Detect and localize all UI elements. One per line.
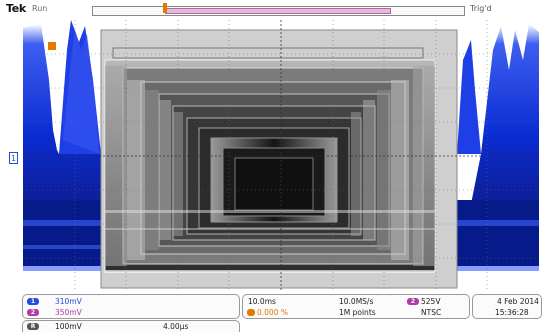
delay-icon — [247, 309, 255, 316]
brand-logo: Tek — [6, 2, 26, 15]
trigger-level[interactable]: 525V — [421, 297, 440, 306]
trigger-position-marker[interactable] — [163, 3, 167, 13]
horizontal-delay[interactable]: 0.000 % — [257, 308, 288, 317]
top-status-bar: Tek Run Trig'd — [0, 0, 545, 20]
trigger-mode[interactable]: NTSC — [421, 308, 441, 317]
horizontal-scale[interactable]: 10.0ms — [248, 297, 276, 306]
datetime-box[interactable]: 4 Feb 2014 15:36:28 — [472, 294, 542, 319]
trigger-level-marker[interactable] — [48, 42, 56, 50]
date-readout: 4 Feb 2014 — [497, 297, 539, 306]
channel-readout-box[interactable]: 1 310mV 2 350mV — [22, 294, 240, 319]
math-readout-box[interactable]: R 100mV 4.00µs — [22, 320, 240, 332]
reference-scale[interactable]: 100mV — [55, 322, 82, 331]
channel-2-scale[interactable]: 350mV — [55, 308, 82, 317]
nested-display-frames — [100, 29, 458, 289]
trigger-source-badge[interactable]: 2 — [407, 298, 419, 305]
record-length[interactable]: 1M points — [339, 308, 376, 317]
bottom-readout-bar: 1 310mV 2 350mV 10.0ms 0.000 % 10.0MS/s … — [0, 292, 545, 332]
channel-1-left-trace — [23, 20, 101, 290]
waveform-display[interactable] — [23, 20, 539, 292]
acquisition-run-state[interactable]: Run — [32, 4, 47, 13]
channel-1-ground-marker[interactable]: 1 — [9, 152, 18, 164]
timebase-trigger-box[interactable]: 10.0ms 0.000 % 10.0MS/s 1M points 2 525V… — [242, 294, 470, 319]
channel-1-scale[interactable]: 310mV — [55, 297, 82, 306]
trigger-status: Trig'd — [470, 4, 492, 13]
record-view-window[interactable] — [165, 8, 391, 14]
reference-badge[interactable]: R — [27, 323, 39, 330]
time-readout: 15:36:28 — [495, 308, 529, 317]
channel-marker-label: 1 — [10, 154, 17, 163]
channel-2-badge[interactable]: 2 — [27, 309, 39, 316]
reference-time[interactable]: 4.00µs — [163, 322, 188, 331]
sample-rate: 10.0MS/s — [339, 297, 374, 306]
channel-1-badge[interactable]: 1 — [27, 298, 39, 305]
channel-1-right-trace — [457, 24, 539, 290]
waveform-canvas — [23, 20, 539, 292]
